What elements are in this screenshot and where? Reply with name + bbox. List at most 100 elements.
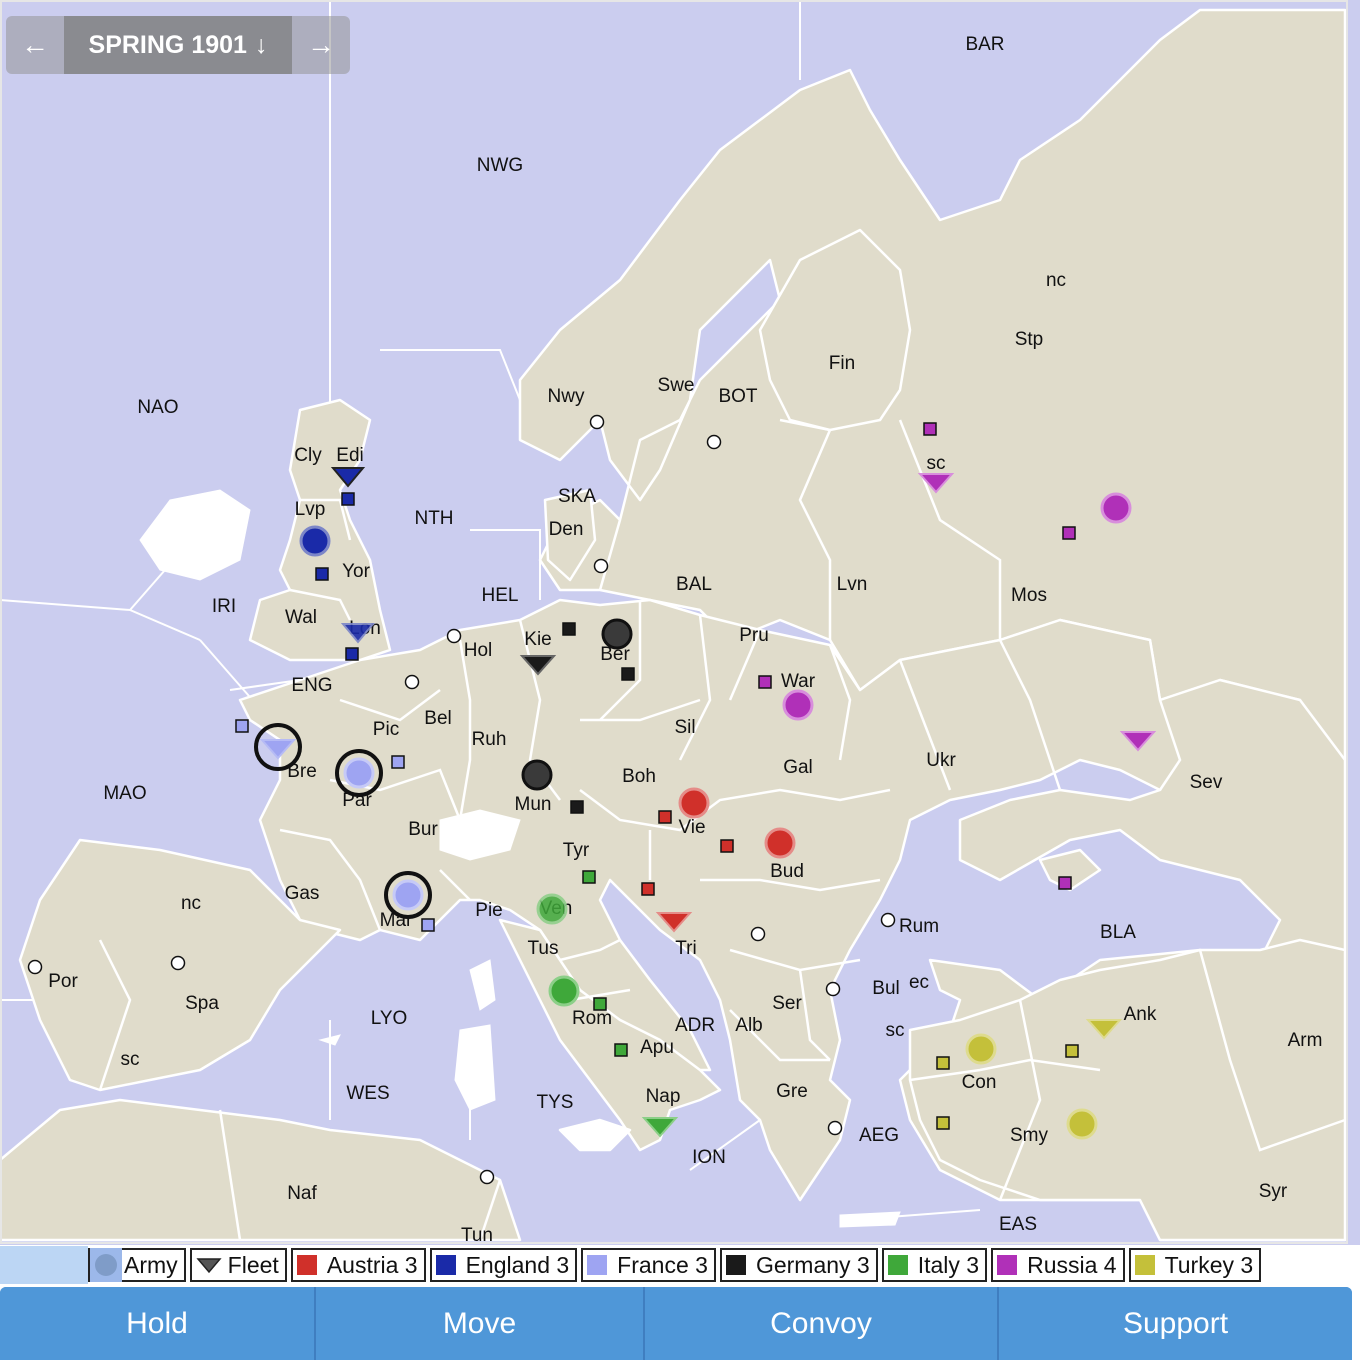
sc-neutral bbox=[706, 434, 722, 450]
province-label: Ank bbox=[1124, 1004, 1157, 1025]
province-label: Tyr bbox=[563, 840, 590, 861]
sea-label: HEL bbox=[482, 585, 519, 606]
sc-neutral bbox=[827, 1120, 843, 1136]
army-unit-italy-rom[interactable] bbox=[548, 975, 580, 1007]
sea-label: WES bbox=[346, 1083, 389, 1104]
hold-button[interactable]: Hold bbox=[0, 1287, 316, 1360]
army-unit-russia-mos[interactable] bbox=[1100, 492, 1132, 524]
legend-power-label: Germany 3 bbox=[755, 1251, 870, 1278]
province-label: Naf bbox=[287, 1183, 317, 1204]
sc-owned bbox=[582, 870, 596, 884]
province-label: Boh bbox=[622, 766, 656, 787]
province-label: Fin bbox=[829, 353, 855, 374]
legend-power-france: France 3 bbox=[581, 1248, 716, 1282]
coast-label: ec bbox=[909, 972, 929, 993]
legend-power-germany: Germany 3 bbox=[719, 1248, 878, 1282]
province-label: Tus bbox=[528, 938, 559, 959]
sc-owned bbox=[936, 1056, 950, 1070]
province-label: Pic bbox=[373, 719, 399, 740]
sea-label: ION bbox=[692, 1147, 726, 1168]
coast-label: sc bbox=[121, 1049, 140, 1070]
season-navigator: ← SPRING 1901 ↓ → bbox=[6, 16, 350, 74]
sc-owned bbox=[1065, 1044, 1079, 1058]
sc-owned bbox=[391, 755, 405, 769]
province-label: Vie bbox=[678, 817, 705, 838]
army-unit-austria-bud[interactable] bbox=[764, 827, 796, 859]
province-label: Gas bbox=[285, 883, 320, 904]
province-label: Sil bbox=[674, 717, 695, 738]
army-unit-germany-mun[interactable] bbox=[521, 759, 553, 791]
sc-owned bbox=[315, 567, 329, 581]
army-unit-france-par[interactable] bbox=[343, 757, 375, 789]
legend-army[interactable]: Army bbox=[88, 1248, 186, 1282]
province-label: Nap bbox=[646, 1086, 681, 1107]
sc-neutral bbox=[479, 1169, 495, 1185]
move-button[interactable]: Move bbox=[316, 1287, 645, 1360]
arrow-right-icon[interactable]: → bbox=[292, 16, 350, 74]
sc-neutral bbox=[27, 959, 43, 975]
province-label: Apu bbox=[640, 1037, 674, 1058]
sc-owned bbox=[936, 1116, 950, 1130]
army-unit-germany-ber[interactable] bbox=[601, 618, 633, 650]
province-label: Alb bbox=[735, 1015, 762, 1036]
sc-neutral bbox=[446, 628, 462, 644]
legend-spacer bbox=[0, 1246, 88, 1284]
germany-swatch bbox=[725, 1255, 746, 1275]
diplomacy-map[interactable]: BAR NWG NAO NTH SKA HEL BAL BOT IRI ENG … bbox=[0, 0, 1360, 1245]
italy-swatch bbox=[887, 1255, 908, 1275]
legend-fleet[interactable]: Fleet bbox=[189, 1248, 287, 1282]
province-label: Bud bbox=[770, 861, 804, 882]
sc-owned bbox=[421, 918, 435, 932]
province-label: Wal bbox=[285, 607, 317, 628]
coast-label: sc bbox=[927, 453, 946, 474]
sc-owned bbox=[758, 675, 772, 689]
coast-label: nc bbox=[181, 893, 201, 914]
province-label: Den bbox=[549, 519, 584, 540]
sc-owned bbox=[562, 622, 576, 636]
province-label: Por bbox=[48, 971, 78, 992]
province-label: Ukr bbox=[926, 750, 956, 771]
map-svg[interactable]: BAR NWG NAO NTH SKA HEL BAL BOT IRI ENG … bbox=[0, 0, 1360, 1245]
legend-power-label: England 3 bbox=[465, 1251, 570, 1278]
province-label: Pie bbox=[475, 900, 502, 921]
province-label: Rom bbox=[572, 1008, 612, 1029]
sea-label: IRI bbox=[212, 596, 236, 617]
army-unit-russia-war[interactable] bbox=[782, 689, 814, 721]
province-label: Lvn bbox=[837, 574, 868, 595]
sc-owned bbox=[614, 1043, 628, 1057]
sc-neutral bbox=[880, 912, 896, 928]
sea-label: EAS bbox=[999, 1214, 1037, 1235]
province-label: War bbox=[781, 671, 816, 692]
army-unit-england-lvp[interactable] bbox=[299, 525, 331, 557]
sea-label: MAO bbox=[103, 783, 146, 804]
province-label: Syr bbox=[1259, 1181, 1288, 1202]
sc-owned bbox=[345, 647, 359, 661]
season-dropdown[interactable]: SPRING 1901 ↓ bbox=[64, 16, 292, 74]
army-unit-turkey-con[interactable] bbox=[965, 1033, 997, 1065]
army-unit-austria-vie[interactable] bbox=[678, 787, 710, 819]
province-label: Cly bbox=[294, 445, 322, 466]
coast-label: nc bbox=[1046, 270, 1066, 291]
army-unit-turkey-smy[interactable] bbox=[1066, 1108, 1098, 1140]
army-unit-france-mar[interactable] bbox=[392, 879, 424, 911]
legend-power-austria: Austria 3 bbox=[290, 1248, 426, 1282]
province-label: Arm bbox=[1288, 1030, 1323, 1051]
sc-neutral bbox=[825, 981, 841, 997]
army-unit-italy-ven[interactable] bbox=[536, 893, 568, 925]
arrow-left-icon[interactable]: ← bbox=[6, 16, 64, 74]
province-label: Ruh bbox=[472, 729, 507, 750]
province-label: Gal bbox=[783, 757, 813, 778]
province-label: Yor bbox=[342, 561, 370, 582]
province-label: Tri bbox=[675, 938, 696, 959]
turkey-swatch bbox=[1134, 1255, 1155, 1275]
sea-label: TYS bbox=[537, 1092, 574, 1113]
support-button[interactable]: Support bbox=[999, 1287, 1352, 1360]
province-label: Kie bbox=[524, 629, 551, 650]
legend-power-label: Turkey 3 bbox=[1164, 1251, 1254, 1278]
province-label: Mos bbox=[1011, 585, 1047, 606]
sc-owned bbox=[658, 810, 672, 824]
sc-owned bbox=[621, 667, 635, 681]
convoy-button[interactable]: Convoy bbox=[645, 1287, 999, 1360]
army-icon bbox=[90, 1248, 122, 1282]
province-label: Nwy bbox=[548, 386, 585, 407]
